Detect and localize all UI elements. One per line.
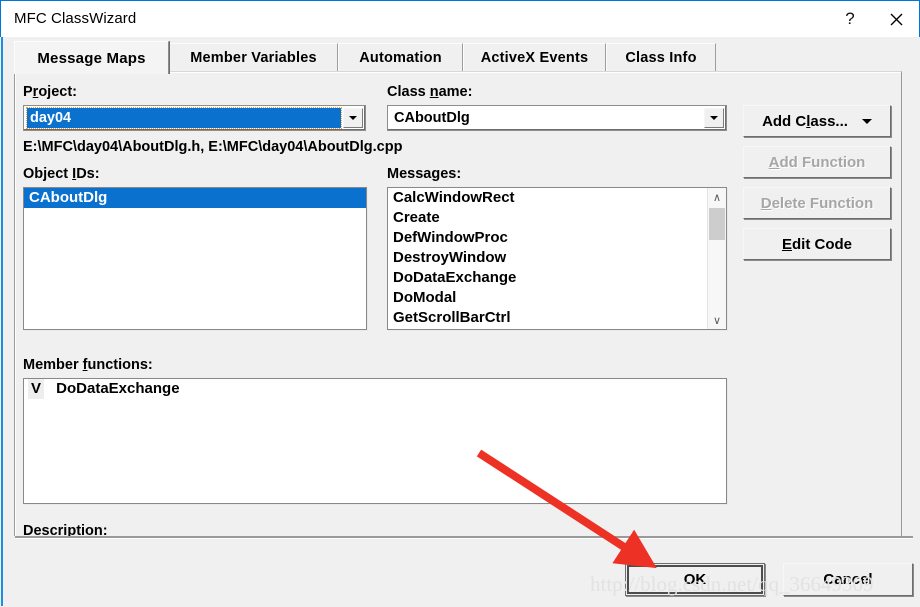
list-item[interactable]: DestroyWindow: [388, 248, 707, 268]
object-ids-listbox[interactable]: CAboutDlg: [23, 187, 367, 330]
tab-member-variables[interactable]: Member Variables: [169, 43, 338, 72]
messages-scrollbar[interactable]: ∧ ∨: [707, 188, 726, 329]
dialog-client-area: Message Maps Member Variables Automation…: [1, 37, 919, 606]
project-combo[interactable]: day04: [23, 105, 366, 131]
class-name-combo[interactable]: CAboutDlg: [387, 105, 727, 131]
tab-class-info[interactable]: Class Info: [606, 43, 716, 72]
mfc-classwizard-dialog: MFC ClassWizard ? Message Maps Member Va…: [0, 0, 920, 607]
watermark-text: http://blog.csdn.net/qq_36649309: [590, 572, 874, 596]
question-mark-icon: ?: [845, 9, 855, 28]
class-name-label: Class name:: [387, 84, 473, 100]
member-functions-label: Member functions:: [23, 357, 153, 373]
tab-label: Member Variables: [190, 50, 317, 66]
member-functions-listbox[interactable]: V DoDataExchange: [23, 378, 727, 504]
list-item[interactable]: V DoDataExchange: [24, 379, 726, 399]
list-item[interactable]: CAboutDlg: [24, 188, 366, 208]
close-button[interactable]: [873, 1, 919, 37]
tab-label: Class Info: [625, 50, 697, 66]
scroll-up-icon[interactable]: ∧: [708, 188, 726, 206]
project-combo-value: day04: [26, 107, 342, 129]
chevron-down-icon: [349, 116, 357, 120]
add-class-button[interactable]: Add Cl ass...: [743, 105, 891, 137]
messages-listbox[interactable]: CalcWindowRect Create DefWindowProc Dest…: [387, 187, 727, 330]
list-item[interactable]: DoModal: [388, 288, 707, 308]
close-icon: [890, 13, 902, 25]
list-item[interactable]: Create: [388, 208, 707, 228]
list-item[interactable]: GetScrollBarCtrl: [388, 308, 707, 328]
tab-activex-events[interactable]: ActiveX Events: [463, 43, 606, 72]
list-item[interactable]: DefWindowProc: [388, 228, 707, 248]
virtual-marker: V: [28, 379, 44, 399]
member-function-name: DoDataExchange: [56, 380, 180, 397]
messages-label: Messages:: [387, 166, 462, 182]
list-item[interactable]: CalcWindowRect: [388, 188, 707, 208]
edit-code-button[interactable]: Edit Code: [743, 228, 891, 260]
class-name-combo-arrow[interactable]: [704, 108, 724, 128]
object-ids-label: Object IDs:: [23, 166, 100, 182]
tab-label: Message Maps: [37, 49, 146, 67]
project-combo-arrow[interactable]: [343, 108, 363, 128]
chevron-down-icon: [861, 118, 872, 124]
chevron-down-icon: [710, 116, 718, 120]
footer-divider: [15, 536, 913, 538]
message-maps-panel: Project: day04 Class name: CAboutDlg E:\…: [14, 71, 902, 563]
list-item[interactable]: DoDataExchange: [388, 268, 707, 288]
tab-message-maps[interactable]: Message Maps: [14, 41, 169, 74]
source-file-path: E:\MFC\day04\AboutDlg.h, E:\MFC\day04\Ab…: [23, 139, 403, 155]
project-label: Project:: [23, 84, 77, 100]
help-button[interactable]: ?: [827, 1, 873, 37]
class-name-combo-value: CAboutDlg: [394, 110, 470, 126]
delete-function-button[interactable]: Delete Function: [743, 187, 891, 219]
tab-automation[interactable]: Automation: [338, 43, 463, 72]
tab-label: ActiveX Events: [480, 50, 589, 66]
title-bar: MFC ClassWizard ?: [0, 0, 920, 37]
window-title: MFC ClassWizard: [14, 10, 137, 27]
scroll-down-icon[interactable]: ∨: [708, 311, 726, 329]
scrollbar-thumb[interactable]: [709, 208, 725, 240]
tab-label: Automation: [359, 50, 442, 66]
add-function-button[interactable]: Add Function: [743, 146, 891, 178]
